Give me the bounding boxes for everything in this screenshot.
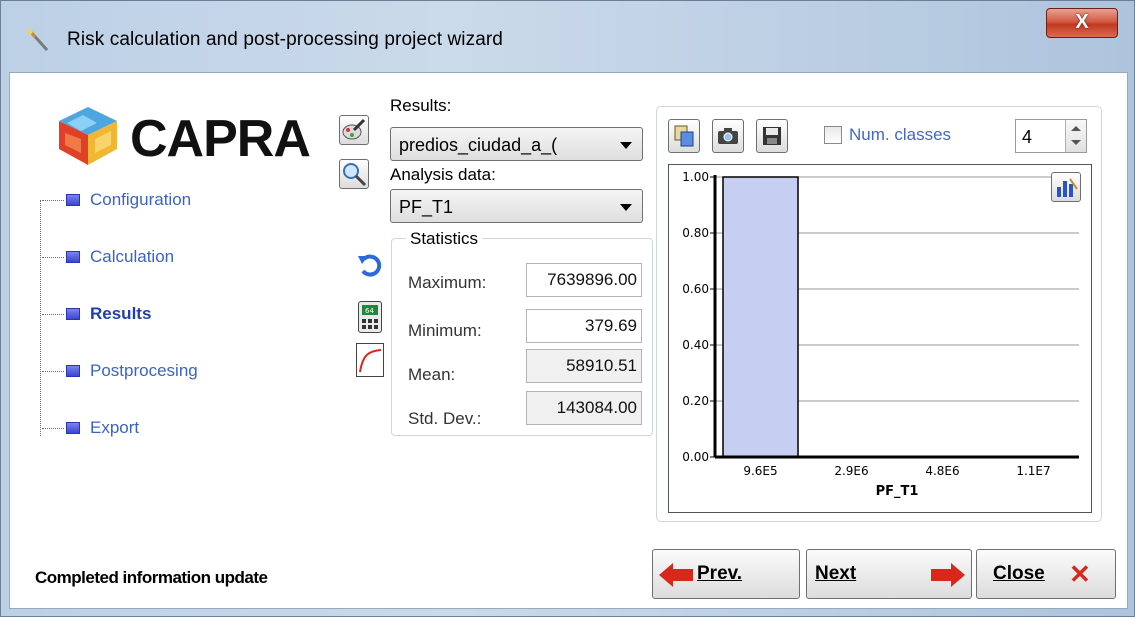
- tree-dash: [42, 200, 64, 201]
- tree-dash: [42, 428, 64, 429]
- wizard-body: CAPRA Configuration Calculation Results: [9, 72, 1128, 609]
- calculator-button[interactable]: 64: [358, 301, 382, 333]
- statistics-title: Statistics: [406, 229, 483, 249]
- maximum-field[interactable]: 7639896.00: [526, 263, 642, 297]
- std-dev-field: 143084.00: [526, 391, 642, 425]
- magnifier-icon: [343, 163, 367, 187]
- y-tick-label: 0.40: [682, 338, 709, 352]
- next-button[interactable]: Next: [806, 549, 972, 599]
- logo-text: CAPRA: [130, 110, 311, 168]
- spin-up-icon[interactable]: [1071, 126, 1081, 131]
- step-export[interactable]: Export: [40, 416, 280, 440]
- camera-icon: [718, 128, 738, 144]
- dialog-window: Risk calculation and post-processing pro…: [0, 0, 1135, 617]
- window-close-button[interactable]: X: [1046, 8, 1118, 38]
- edit-style-button[interactable]: [339, 115, 369, 145]
- mean-label: Mean:: [408, 365, 456, 384]
- undo-arrow-icon: [358, 254, 382, 277]
- maximum-label: Maximum:: [408, 273, 487, 292]
- statistics-group: Statistics Maximum: 7639896.00 Minimum: …: [391, 229, 653, 436]
- copy-icon: [674, 125, 694, 147]
- wizard-wand-icon: [27, 29, 49, 52]
- step-label[interactable]: Calculation: [90, 247, 174, 267]
- spin-down-icon[interactable]: [1071, 140, 1081, 145]
- results-label: Results:: [390, 96, 452, 115]
- prev-label[interactable]: Prev.: [697, 563, 742, 585]
- step-bullet-icon: [66, 308, 80, 320]
- y-tick-label: 0.60: [682, 282, 709, 296]
- x-tick-label: 1.1E7: [1016, 464, 1050, 478]
- window-title: Risk calculation and post-processing pro…: [67, 29, 503, 50]
- histogram-chart: 0.00 0.20 0.40 0.60 0.80 1.00 9.6E5 2.9E6 4.8E6 1…: [668, 164, 1092, 513]
- capra-cube-icon: [59, 107, 117, 165]
- tree-dash: [42, 371, 64, 372]
- chart-settings-button[interactable]: [1051, 172, 1081, 202]
- x-tick-label: 2.9E6: [834, 464, 868, 478]
- num-classes-value[interactable]: 4: [1022, 127, 1032, 148]
- chevron-down-icon[interactable]: [620, 142, 632, 149]
- paintbrush-icon: [342, 118, 366, 140]
- snapshot-button[interactable]: [712, 119, 744, 153]
- minimum-label: Minimum:: [408, 321, 482, 340]
- zoom-button[interactable]: [339, 159, 369, 189]
- y-tick-label: 1.00: [682, 170, 709, 184]
- tree-dash: [42, 257, 64, 258]
- y-tick-label: 0.80: [682, 226, 709, 240]
- step-bullet-icon: [66, 251, 80, 263]
- chevron-down-icon[interactable]: [620, 204, 632, 211]
- step-calculation[interactable]: Calculation: [40, 245, 280, 269]
- title-bar[interactable]: Risk calculation and post-processing pro…: [1, 1, 1135, 71]
- step-bullet-icon: [66, 194, 80, 206]
- step-bullet-icon: [66, 365, 80, 377]
- step-bullet-icon: [66, 422, 80, 434]
- tree-dash: [42, 314, 64, 315]
- close-x-icon: ✕: [1069, 559, 1091, 589]
- chart-panel: Num. classes 4 0.00 0.20 0.40 0.60 0.80 1.00 9…: [656, 106, 1102, 522]
- num-classes-checkbox[interactable]: [824, 126, 842, 144]
- analysis-data-value: PF_T1: [399, 197, 454, 217]
- std-dev-label: Std. Dev.:: [408, 409, 482, 428]
- step-label[interactable]: Configuration: [90, 190, 191, 210]
- mean-field: 58910.51: [526, 349, 642, 383]
- step-label[interactable]: Postprocesing: [90, 361, 198, 381]
- analysis-data-combobox[interactable]: PF_T1: [390, 189, 643, 223]
- step-configuration[interactable]: Configuration: [40, 188, 280, 212]
- next-label[interactable]: Next: [815, 563, 856, 585]
- curve-chart-icon: [359, 349, 382, 373]
- histogram-bar: [722, 176, 799, 458]
- save-button[interactable]: [756, 119, 788, 153]
- capra-logo: CAPRA: [53, 101, 313, 171]
- arrow-left-icon: [659, 563, 693, 587]
- status-text: Completed information update: [35, 568, 268, 587]
- num-classes-spinner[interactable]: 4: [1015, 119, 1087, 153]
- x-axis-label: PF_T1: [876, 484, 919, 499]
- num-classes-label[interactable]: Num. classes: [849, 125, 951, 145]
- close-label[interactable]: Close: [993, 563, 1045, 585]
- copy-button[interactable]: [668, 119, 700, 153]
- step-label-active[interactable]: Results: [90, 304, 151, 324]
- arrow-right-icon: [931, 563, 965, 587]
- spinner-buttons[interactable]: [1065, 120, 1086, 152]
- floppy-disk-icon: [763, 127, 781, 145]
- histogram-svg: 0.00 0.20 0.40 0.60 0.80 1.00 9.6E5 2.9E6 4.8E6 1…: [682, 170, 1079, 499]
- prev-button[interactable]: Prev.: [652, 549, 800, 599]
- svg-text:64: 64: [365, 307, 374, 315]
- step-results[interactable]: Results: [40, 302, 280, 326]
- close-button[interactable]: Close ✕: [976, 549, 1116, 599]
- y-tick-label: 0.20: [682, 394, 709, 408]
- curve-button[interactable]: [356, 343, 384, 377]
- step-postprocesing[interactable]: Postprocesing: [40, 359, 280, 383]
- y-tick-label: 0.00: [682, 450, 709, 464]
- calculator-icon: 64: [362, 305, 378, 329]
- x-tick-label: 4.8E6: [925, 464, 959, 478]
- bar-chart-icon: [1057, 178, 1078, 197]
- x-tick-label: 9.6E5: [743, 464, 777, 478]
- results-combobox[interactable]: predios_ciudad_a_(: [390, 127, 643, 161]
- minimum-field[interactable]: 379.69: [526, 309, 642, 343]
- results-value: predios_ciudad_a_(: [399, 135, 558, 155]
- step-label[interactable]: Export: [90, 418, 139, 438]
- reset-button[interactable]: [356, 252, 384, 280]
- analysis-data-label: Analysis data:: [390, 165, 496, 184]
